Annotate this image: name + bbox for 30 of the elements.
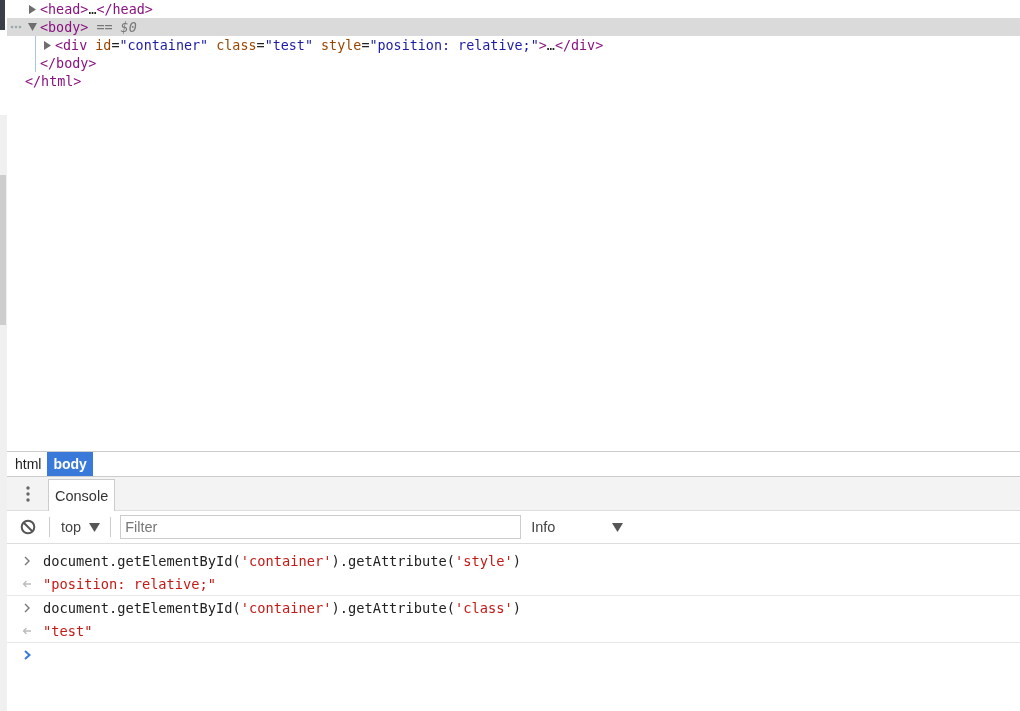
- dom-node-line[interactable]: <head>…</head>: [40, 1, 153, 17]
- console-result: "position: relative;": [43, 575, 217, 592]
- chevron-right-icon: [24, 602, 30, 613]
- dropdown-triangle-icon: [89, 522, 101, 532]
- closing-tag: </html>: [25, 73, 82, 89]
- more-vertical-icon[interactable]: [25, 485, 30, 502]
- log-level-dropdown[interactable]: Info: [531, 515, 624, 539]
- expand-triangle-icon[interactable]: [28, 4, 36, 14]
- panel-edge: [0, 0, 5, 30]
- dom-node-line[interactable]: <body> == $0: [40, 19, 137, 35]
- console-command: document.getElementById('container').getAttribute('style'): [43, 552, 521, 569]
- scrollbar-thumb[interactable]: [0, 175, 6, 325]
- breadcrumb-item[interactable]: html: [9, 452, 48, 476]
- dom-node-line[interactable]: <div id="container" class="test" style="position: relative;">…</div>: [55, 37, 604, 53]
- console-result: "test": [43, 622, 93, 639]
- filter-field[interactable]: Filter: [120, 515, 522, 539]
- return-arrow-icon: [22, 579, 32, 588]
- dropdown-triangle-icon: [612, 522, 624, 532]
- return-arrow-icon: [22, 626, 32, 635]
- console-tab[interactable]: Console: [48, 479, 116, 511]
- expand-triangle-icon[interactable]: [43, 40, 51, 50]
- chevron-right-icon: [24, 555, 30, 566]
- collapse-triangle-icon[interactable]: [28, 23, 37, 31]
- prompt-chevron-icon[interactable]: [23, 649, 31, 660]
- breadcrumb-item[interactable]: body: [47, 452, 93, 476]
- console-command: document.getElementById('container').getAttribute('class'): [43, 599, 521, 616]
- context-dropdown[interactable]: top: [50, 515, 111, 539]
- clear-console-icon[interactable]: [20, 519, 36, 535]
- closing-tag: </body>: [40, 55, 97, 71]
- more-icon: [10, 25, 22, 29]
